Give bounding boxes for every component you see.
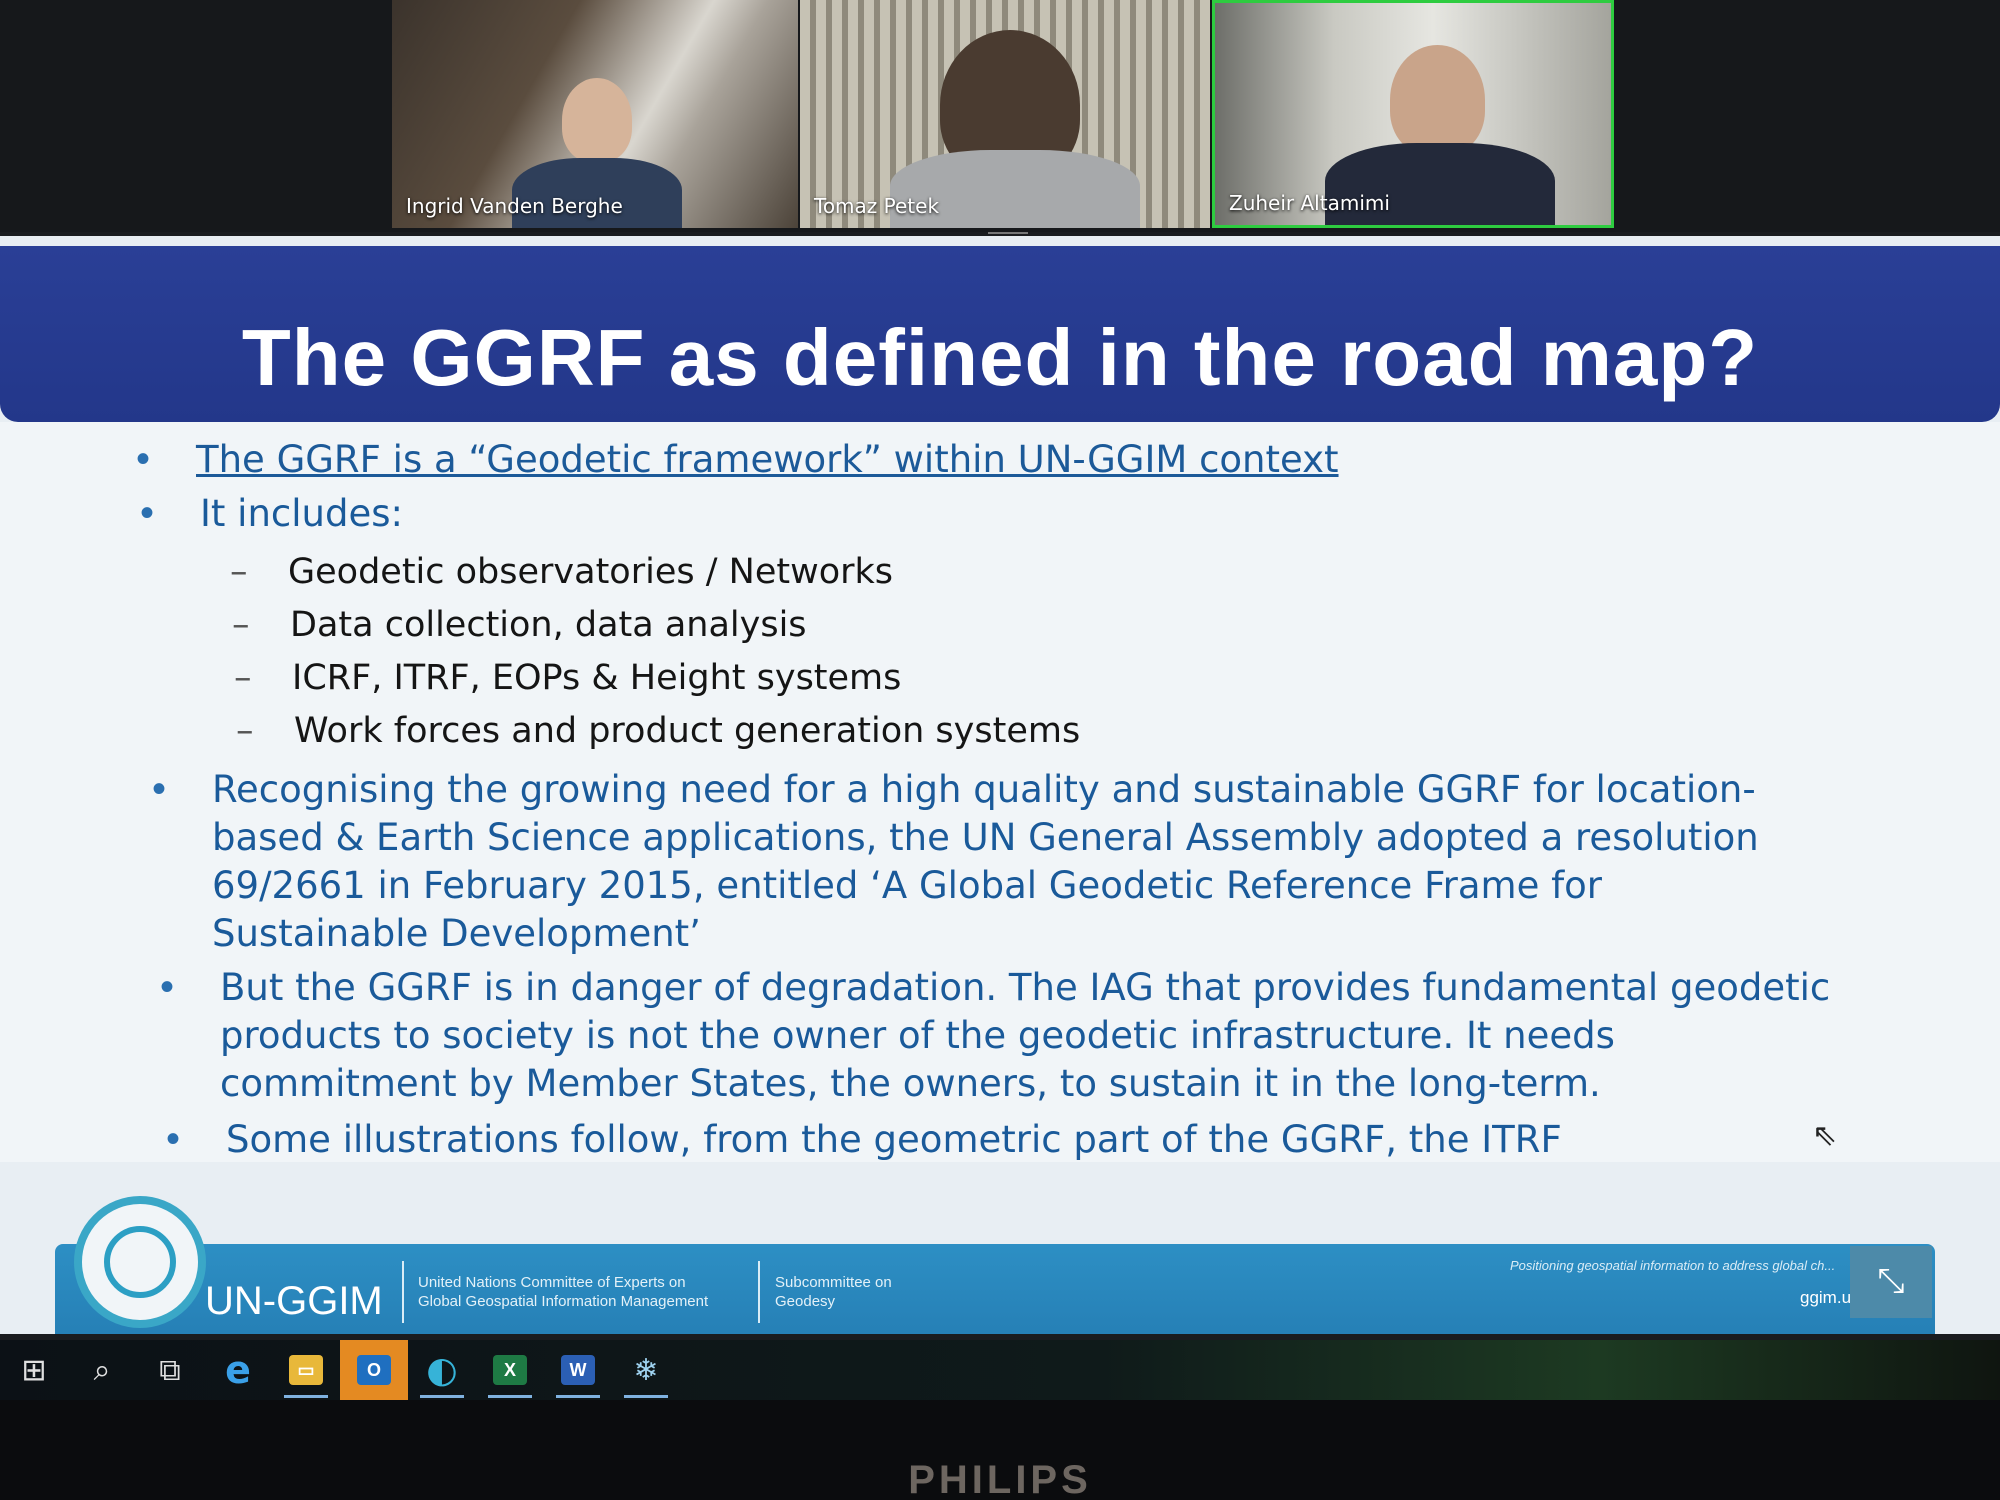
footer-divider — [402, 1261, 404, 1323]
bullet-paragraph: • But the GGRF is in danger of degradati… — [160, 964, 1830, 1108]
sub-bullet-item: – Data collection, data analysis — [232, 605, 807, 645]
participant-face — [562, 78, 632, 162]
paragraph-line: 69/2661 in February 2015, entitled ‘A Gl… — [212, 864, 1602, 907]
sub-bullet-text: Work forces and product generation syste… — [294, 711, 1081, 751]
taskbar-internet-explorer[interactable]: e — [204, 1340, 272, 1400]
sub-bullet-text: Geodetic observatories / Networks — [288, 552, 894, 592]
bullet-text: It includes: — [200, 492, 403, 535]
exit-fullscreen-button[interactable]: ⤡ — [1850, 1246, 1932, 1318]
participant-body — [1325, 143, 1555, 225]
footer-subcommittee-line: Geodesy — [775, 1293, 836, 1310]
participant-name: Zuheir Altamimi — [1229, 191, 1390, 215]
search-icon: ⌕ — [93, 1352, 111, 1388]
bullet-link-text[interactable]: The GGRF is a “Geodetic framework” withi… — [196, 436, 1339, 484]
bullet-dot: • — [140, 491, 155, 535]
bullet-paragraph-text: But the GGRF is in danger of degradation… — [220, 964, 1830, 1108]
search-button[interactable]: ⌕ — [68, 1340, 136, 1400]
bullet-dot: • — [152, 767, 167, 811]
sub-bullet-text: Data collection, data analysis — [290, 605, 807, 645]
sub-bullet-text: ICRF, ITRF, EOPs & Height systems — [292, 658, 902, 698]
footer-logo-text: UN-GGIM — [205, 1279, 383, 1323]
monitor-brand-logo: PHILIPS — [908, 1458, 1092, 1500]
excel-icon: X — [493, 1355, 527, 1385]
paragraph-line: Recognising the growing need for a high … — [212, 768, 1756, 811]
shrink-arrows-icon: ⤡ — [1877, 1262, 1905, 1300]
start-button[interactable]: ⊞ — [0, 1340, 68, 1400]
word-icon: W — [561, 1355, 595, 1385]
un-ggim-logo-icon — [74, 1196, 206, 1328]
task-view-button[interactable]: ⧉ — [136, 1340, 204, 1400]
bullet-paragraph-text: Recognising the growing need for a high … — [212, 766, 1759, 958]
windows-start-icon: ⊞ — [21, 1352, 47, 1388]
sub-bullet-item: – ICRF, ITRF, EOPs & Height systems — [234, 658, 901, 698]
outlook-icon: O — [357, 1355, 391, 1385]
footer-subcommittee-line: Subcommittee on — [775, 1274, 892, 1291]
taskbar-zoom-app[interactable]: ❄ — [612, 1340, 680, 1400]
video-participant-strip: Ingrid Vanden Berghe Tomaz Petek Zuheir … — [0, 0, 2000, 232]
sub-bullet-dash: – — [232, 605, 250, 645]
footer-committee-line: United Nations Committee of Experts on — [418, 1274, 686, 1291]
windows-taskbar: ⊞ ⌕ ⧉ e ▭ O ◐ X W ❄ — [0, 1340, 2000, 1400]
bullet-paragraph-text: Some illustrations follow, from the geom… — [226, 1116, 1562, 1164]
slide-content: • The GGRF is a “Geodetic framework” wit… — [0, 422, 2000, 1162]
edge-icon: ◐ — [426, 1349, 458, 1391]
sub-bullet-item: – Work forces and product generation sys… — [236, 711, 1080, 751]
sub-bullet-item: – Geodetic observatories / Networks — [230, 552, 893, 592]
file-explorer-icon: ▭ — [289, 1355, 323, 1385]
footer-committee-line: Global Geospatial Information Management — [418, 1293, 709, 1310]
sub-bullet-dash: – — [234, 658, 252, 698]
paragraph-line: commitment by Member States, the owners,… — [220, 1062, 1601, 1105]
bullet-dot: • — [136, 437, 151, 481]
shared-screen-slide: The GGRF as defined in the road map? • T… — [0, 236, 2000, 1334]
footer-tagline: Positioning geospatial information to ad… — [1510, 1258, 1836, 1273]
participant-name: Tomaz Petek — [814, 194, 940, 218]
slide-title: The GGRF as defined in the road map? — [241, 313, 1759, 402]
taskbar-file-explorer[interactable]: ▭ — [272, 1340, 340, 1400]
mouse-pointer-icon: ⇖ — [1812, 1119, 1838, 1152]
participant-name: Ingrid Vanden Berghe — [406, 194, 623, 218]
footer-subcommittee-text: Subcommittee on Geodesy — [775, 1273, 892, 1311]
participant-face — [1390, 45, 1485, 155]
paragraph-line: based & Earth Science applications, the … — [212, 816, 1759, 859]
paragraph-line: products to society is not the owner of … — [220, 1014, 1615, 1057]
paragraph-line: But the GGRF is in danger of degradation… — [220, 966, 1831, 1009]
taskbar-edge[interactable]: ◐ — [408, 1340, 476, 1400]
footer-committee-text: United Nations Committee of Experts on G… — [418, 1273, 708, 1311]
footer-divider — [758, 1261, 760, 1323]
internet-explorer-icon: e — [225, 1348, 251, 1392]
paragraph-line: Sustainable Development’ — [212, 912, 701, 955]
zoom-app-icon: ❄ — [633, 1352, 659, 1388]
slide-header-band: The GGRF as defined in the road map? — [0, 246, 2000, 422]
participant-tile-3-active-speaker[interactable]: Zuheir Altamimi — [1212, 0, 1614, 228]
participant-tile-2[interactable]: Tomaz Petek — [800, 0, 1210, 228]
monitor-screen: Ingrid Vanden Berghe Tomaz Petek Zuheir … — [0, 0, 2000, 1400]
logo-inner-ring — [104, 1226, 176, 1298]
taskbar-excel[interactable]: X — [476, 1340, 544, 1400]
sub-bullet-dash: – — [236, 711, 254, 751]
taskbar-outlook[interactable]: O — [340, 1340, 408, 1400]
participant-tile-1[interactable]: Ingrid Vanden Berghe — [392, 0, 798, 228]
bullet-paragraph: • Some illustrations follow, from the ge… — [166, 1116, 1562, 1164]
paragraph-line: Some illustrations follow, from the geom… — [226, 1118, 1562, 1161]
bullet-item: • The GGRF is a “Geodetic framework” wit… — [136, 436, 1339, 484]
sub-bullet-dash: – — [230, 552, 248, 592]
taskbar-word[interactable]: W — [544, 1340, 612, 1400]
bullet-paragraph: • Recognising the growing need for a hig… — [152, 766, 1759, 958]
task-view-icon: ⧉ — [159, 1352, 181, 1388]
bullet-dot: • — [166, 1117, 181, 1161]
bullet-dot: • — [160, 965, 175, 1009]
bullet-item: • It includes: — [140, 490, 403, 538]
